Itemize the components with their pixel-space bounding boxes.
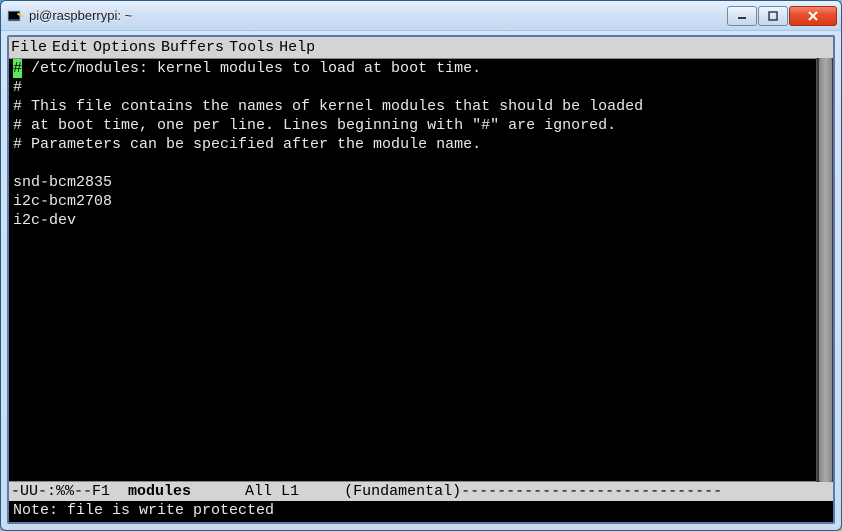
- menu-tools[interactable]: Tools: [229, 38, 279, 57]
- mode-line: -UU-:%%--F1 modules All L1 (Fundamental)…: [9, 481, 833, 501]
- buffer-text: /etc/modules: kernel modules to load at …: [13, 60, 643, 229]
- cursor: #: [13, 59, 22, 78]
- close-button[interactable]: [789, 6, 837, 26]
- vertical-scrollbar[interactable]: [816, 58, 833, 482]
- window-title: pi@raspberrypi: ~: [29, 8, 727, 23]
- scrollbar-thumb[interactable]: [819, 58, 832, 482]
- modeline-buffer-name: modules: [128, 483, 191, 500]
- putty-icon: [7, 8, 23, 24]
- minimize-button[interactable]: [727, 6, 757, 26]
- terminal-content: File Edit Options Buffers Tools Help # /…: [7, 35, 835, 524]
- menu-edit[interactable]: Edit: [52, 38, 93, 57]
- minibuffer[interactable]: Note: file is write protected: [9, 501, 833, 522]
- menu-file[interactable]: File: [11, 38, 52, 57]
- modeline-position: All L1 (Fundamental): [191, 483, 461, 500]
- menu-help[interactable]: Help: [279, 38, 320, 57]
- menu-buffers[interactable]: Buffers: [161, 38, 229, 57]
- editor-text-area[interactable]: # /etc/modules: kernel modules to load a…: [9, 59, 833, 481]
- modeline-status: -UU-:%%--F1: [11, 483, 128, 500]
- titlebar[interactable]: pi@raspberrypi: ~: [1, 1, 841, 31]
- maximize-button[interactable]: [758, 6, 788, 26]
- terminal-window: pi@raspberrypi: ~ File Edit Options Buff…: [0, 0, 842, 531]
- window-controls: [727, 6, 837, 26]
- emacs-editor: File Edit Options Buffers Tools Help # /…: [9, 37, 833, 522]
- emacs-menu-bar: File Edit Options Buffers Tools Help: [9, 37, 833, 59]
- minibuffer-text: Note: file is write protected: [13, 502, 274, 519]
- menu-options[interactable]: Options: [93, 38, 161, 57]
- modeline-dashes: -----------------------------: [461, 483, 722, 500]
